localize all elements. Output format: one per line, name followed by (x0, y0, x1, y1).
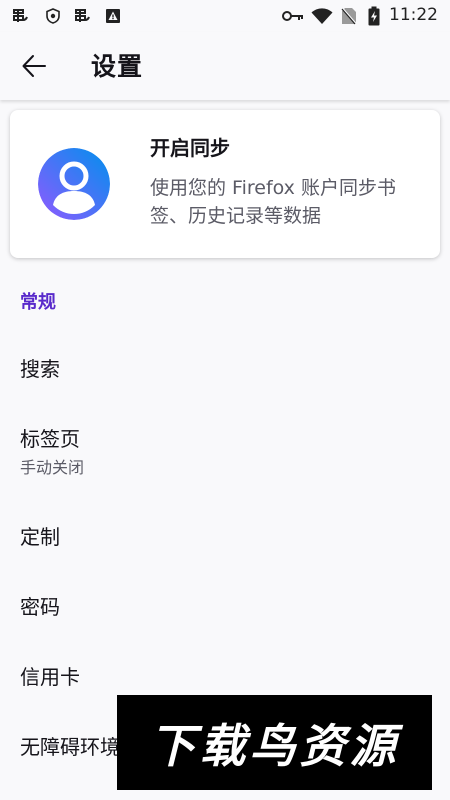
setting-item-tabs[interactable]: 标签页 手动关闭 (0, 406, 450, 482)
app-notification-icon (72, 6, 94, 26)
account-avatar (38, 148, 110, 220)
wifi-icon (311, 6, 333, 26)
setting-item-title: 定制 (20, 525, 60, 549)
avatar-icon (38, 148, 110, 220)
sync-card[interactable]: 开启同步 使用您的 Firefox 账户同步书签、历史记录等数据 (10, 110, 440, 258)
page-title: 设置 (91, 52, 144, 81)
setting-item-title: 无障碍环境 (20, 735, 120, 759)
shield-icon (44, 6, 62, 26)
app-notification-icon (10, 6, 32, 26)
no-sim-icon (340, 6, 358, 26)
setting-item-summary: 手动关闭 (20, 458, 85, 477)
app-bar: 设置 (0, 32, 450, 100)
battery-charging-icon (367, 6, 381, 26)
watermark-text: 下载鸟资源 (149, 718, 400, 773)
back-button[interactable] (12, 44, 56, 88)
setting-item-title: 信用卡 (20, 665, 80, 689)
setting-item-title: 密码 (20, 595, 60, 619)
key-icon (281, 6, 305, 26)
status-bar: 11:22 (0, 0, 450, 32)
setting-item-search[interactable]: 搜索 (0, 336, 450, 396)
sync-description: 使用您的 Firefox 账户同步书签、历史记录等数据 (150, 177, 396, 227)
setting-item-passwords[interactable]: 密码 (0, 574, 450, 634)
settings-screen: 11:22 设置 开启同步 使用您的 Firefox 账户同步书签、历史记录等数… (0, 0, 450, 800)
watermark: 下载鸟资源 (117, 695, 432, 790)
setting-item-customize[interactable]: 定制 (0, 504, 450, 564)
section-header-general: 常规 (20, 292, 56, 313)
status-time: 11:22 (389, 5, 438, 25)
setting-item-title: 标签页 (20, 427, 80, 451)
setting-item-title: 搜索 (20, 357, 60, 381)
arrow-left-icon (22, 55, 46, 77)
warning-icon (104, 6, 122, 26)
sync-title: 开启同步 (150, 136, 230, 160)
